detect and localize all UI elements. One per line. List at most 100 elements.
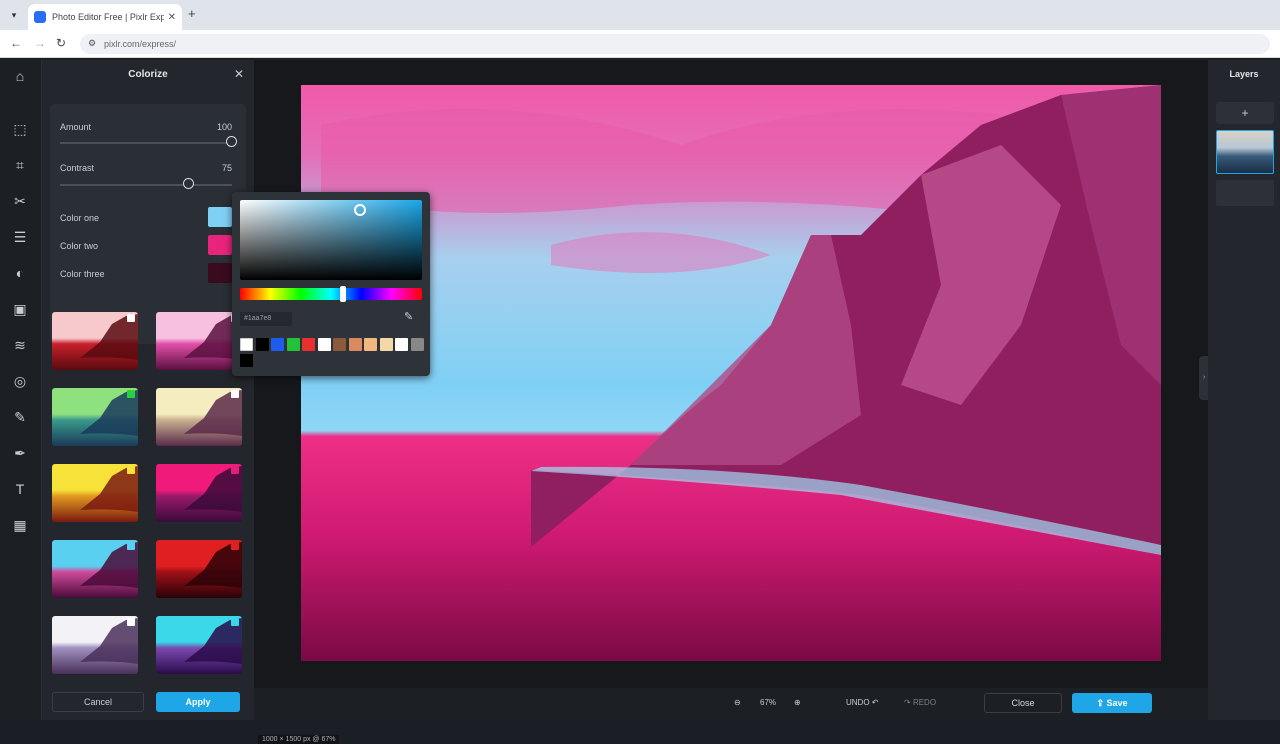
colorize-settings: Amount 100 Contrast 75 Color one Color t… xyxy=(50,104,246,344)
back-icon[interactable]: ← xyxy=(10,36,22,50)
zoom-value[interactable]: 67% xyxy=(760,698,776,707)
url-field[interactable]: ⚙ pixlr.com/express/ xyxy=(80,34,1270,54)
preset-cyan-purple[interactable] xyxy=(156,616,242,674)
home-icon[interactable]: ⌂ xyxy=(9,65,31,87)
preset-color-dot xyxy=(231,466,239,474)
color-one-label: Color one xyxy=(60,213,100,223)
contrast-label: Contrast xyxy=(60,163,95,173)
address-bar: ← → ↻ ⚙ pixlr.com/express/ xyxy=(0,30,1280,58)
add-layer-button[interactable]: + xyxy=(1216,102,1274,124)
site-info-icon[interactable]: ⚙ xyxy=(88,38,96,49)
preset-green-blue[interactable] xyxy=(52,388,138,446)
filter-tool-icon[interactable]: ◐ xyxy=(9,262,31,284)
close-panel-icon[interactable]: ✕ xyxy=(234,67,244,81)
preset-color-dot xyxy=(127,390,135,398)
new-tab-icon[interactable]: + xyxy=(188,6,196,21)
preset-color-dot xyxy=(231,542,239,550)
palette-swatch[interactable] xyxy=(379,338,393,351)
color-cursor[interactable] xyxy=(354,204,366,216)
save-button[interactable]: ⇪ Save xyxy=(1072,693,1152,713)
preset-cyan-pink[interactable] xyxy=(52,540,138,598)
preset-red[interactable] xyxy=(52,312,138,370)
bottom-toolbar: ⊖ 67% ⊕ UNDO ↶ ↷ REDO Close ⇪ Save xyxy=(254,688,1208,720)
close-button[interactable]: Close xyxy=(984,693,1062,713)
text-tool-icon[interactable]: T xyxy=(9,478,31,500)
preset-color-dot xyxy=(127,618,135,626)
crop-tool-icon[interactable]: ⌗ xyxy=(9,154,31,176)
redo-icon: ↷ xyxy=(904,698,911,707)
pattern-tool-icon[interactable]: ▦ xyxy=(9,514,31,536)
panel-title: Colorize xyxy=(128,69,168,80)
liquify-tool-icon[interactable]: ≋ xyxy=(9,334,31,356)
hex-input[interactable]: #1aa7e8 xyxy=(240,312,292,326)
preset-cream[interactable] xyxy=(156,388,242,446)
browser-tab[interactable]: Photo Editor Free | Pixlr Expre... ✕ xyxy=(28,4,182,30)
palette-swatch[interactable] xyxy=(317,338,331,351)
palette-swatch[interactable] xyxy=(255,338,269,351)
color-three-label: Color three xyxy=(60,269,105,279)
layers-panel: Layers + xyxy=(1208,60,1280,720)
save-icon: ⇪ xyxy=(1096,698,1107,708)
amount-slider-track[interactable] xyxy=(60,142,232,144)
amount-slider-handle[interactable] xyxy=(226,136,237,147)
effect-tool-icon[interactable]: ▣ xyxy=(9,298,31,320)
panel-header: Colorize ✕ xyxy=(42,60,254,88)
palette-swatch[interactable] xyxy=(286,338,300,351)
tab-close-icon[interactable]: ✕ xyxy=(168,12,176,23)
cliff-illustration xyxy=(321,85,1161,555)
palette-swatch[interactable] xyxy=(302,338,315,351)
retouch-tool-icon[interactable]: ◎ xyxy=(9,370,31,392)
saturation-value-area[interactable] xyxy=(240,200,422,280)
brush-tool-icon[interactable]: ✒ xyxy=(9,442,31,464)
color-picker-popup: #1aa7e8 ✎ xyxy=(232,192,430,376)
layer-thumbnail[interactable] xyxy=(1216,130,1274,174)
palette-swatch[interactable] xyxy=(271,338,284,351)
url-text: pixlr.com/express/ xyxy=(104,39,177,49)
undo-button[interactable]: UNDO ↶ xyxy=(846,698,879,707)
color-one-swatch[interactable] xyxy=(208,207,232,227)
contrast-slider-handle[interactable] xyxy=(183,178,194,189)
zoom-out-icon[interactable]: ⊖ xyxy=(734,698,741,707)
tool-sidebar: ⌂ ⬚ ⌗ ✂ ☰ ◐ ▣ ≋ ◎ ✎ ✒ T ▦ xyxy=(0,60,42,720)
empty-layer-slot[interactable] xyxy=(1216,180,1274,206)
palette-swatch[interactable] xyxy=(364,338,377,351)
reload-icon[interactable]: ↻ xyxy=(56,36,66,50)
pixlr-favicon-icon xyxy=(34,11,46,23)
palette-swatch[interactable] xyxy=(348,338,362,351)
forward-icon[interactable]: → xyxy=(34,36,46,50)
browser-tabbar: ▾ Photo Editor Free | Pixlr Expre... ✕ + xyxy=(0,0,1280,30)
hue-slider-handle[interactable] xyxy=(340,286,346,302)
color-two-swatch[interactable] xyxy=(208,235,232,255)
draw-tool-icon[interactable]: ✎ xyxy=(9,406,31,428)
preset-pink[interactable] xyxy=(156,312,242,370)
preset-color-dot xyxy=(231,618,239,626)
arrange-tool-icon[interactable]: ⬚ xyxy=(9,118,31,140)
preset-color-dot xyxy=(231,390,239,398)
preset-white-lavender[interactable] xyxy=(52,616,138,674)
eyedropper-icon[interactable]: ✎ xyxy=(404,310,413,323)
cancel-button[interactable]: Cancel xyxy=(52,692,144,712)
hue-slider[interactable] xyxy=(240,286,422,302)
preset-yellow[interactable] xyxy=(52,464,138,522)
tab-list-icon[interactable]: ▾ xyxy=(6,7,22,23)
palette-swatch[interactable] xyxy=(395,338,408,351)
preset-magenta[interactable] xyxy=(156,464,242,522)
zoom-in-icon[interactable]: ⊕ xyxy=(794,698,801,707)
color-three-swatch[interactable] xyxy=(208,263,232,283)
colorized-photo[interactable] xyxy=(301,85,1161,661)
tab-title: Photo Editor Free | Pixlr Expre... xyxy=(52,12,164,22)
palette-swatch[interactable] xyxy=(410,338,424,351)
preset-deep-red[interactable] xyxy=(156,540,242,598)
redo-button[interactable]: ↷ REDO xyxy=(904,698,936,707)
apply-button[interactable]: Apply xyxy=(156,692,240,712)
cutout-tool-icon[interactable]: ✂ xyxy=(9,190,31,212)
layers-title: Layers xyxy=(1229,69,1259,79)
palette-swatch[interactable] xyxy=(240,354,253,367)
preset-color-dot xyxy=(127,466,135,474)
preset-color-dot xyxy=(127,314,135,322)
contrast-slider-track[interactable] xyxy=(60,184,232,186)
palette-swatch[interactable] xyxy=(240,338,253,351)
contrast-value: 75 xyxy=(221,163,232,173)
palette-swatch[interactable] xyxy=(333,338,346,351)
adjust-tool-icon[interactable]: ☰ xyxy=(9,226,31,248)
